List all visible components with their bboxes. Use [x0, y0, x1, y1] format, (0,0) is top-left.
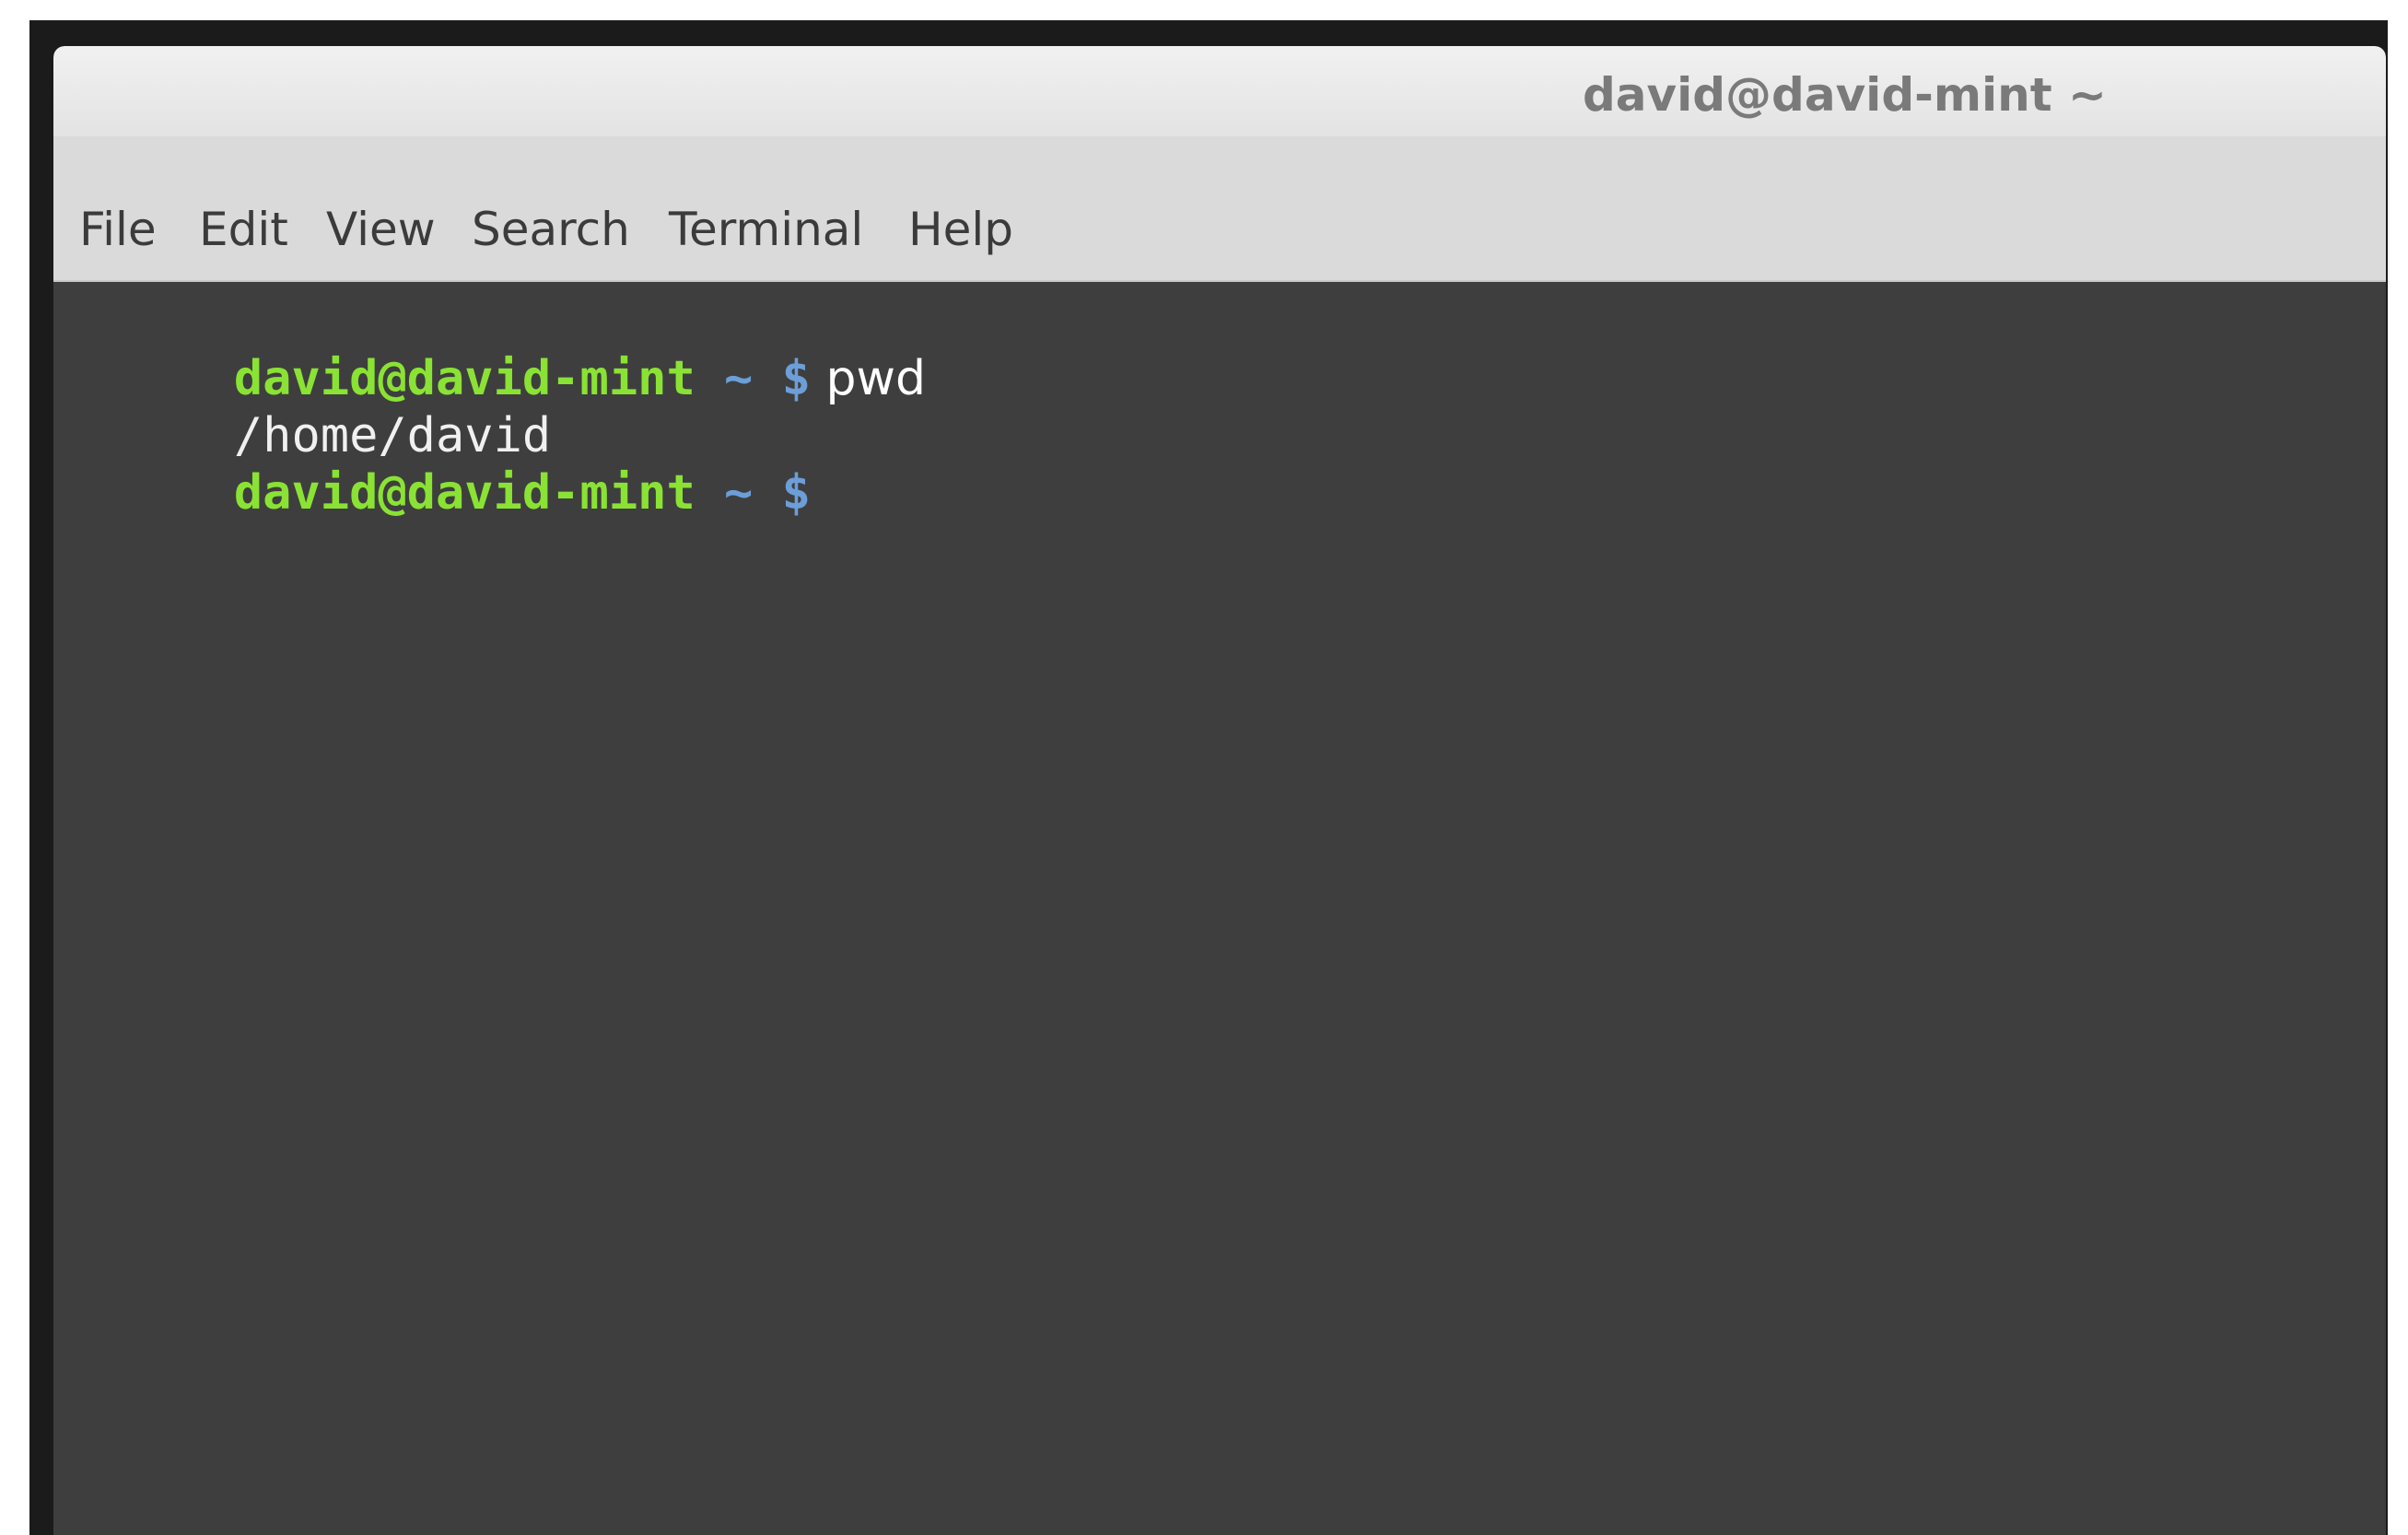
menu-file[interactable]: File: [79, 203, 157, 256]
prompt-user-host: david@david-mint: [233, 465, 696, 521]
terminal-output-area[interactable]: david@david-mint ~ $ pwd /home/david dav…: [53, 282, 2386, 1535]
terminal-window: david@david-mint ~ File Edit View Search…: [53, 46, 2386, 1535]
prompt-path: ~ $: [695, 351, 811, 406]
menu-help[interactable]: Help: [908, 203, 1013, 256]
menu-terminal[interactable]: Terminal: [669, 203, 863, 256]
menu-view[interactable]: View: [326, 203, 436, 256]
terminal-line: david@david-mint ~ $: [61, 407, 811, 579]
prompt-path: ~ $: [695, 465, 811, 521]
titlebar[interactable]: david@david-mint ~: [53, 46, 2386, 136]
menubar: File Edit View Search Terminal Help: [53, 136, 2386, 282]
command-text: pwd: [810, 351, 927, 406]
window-title: david@david-mint ~: [1583, 68, 2107, 122]
menu-search[interactable]: Search: [472, 203, 630, 256]
menu-edit[interactable]: Edit: [199, 203, 288, 256]
